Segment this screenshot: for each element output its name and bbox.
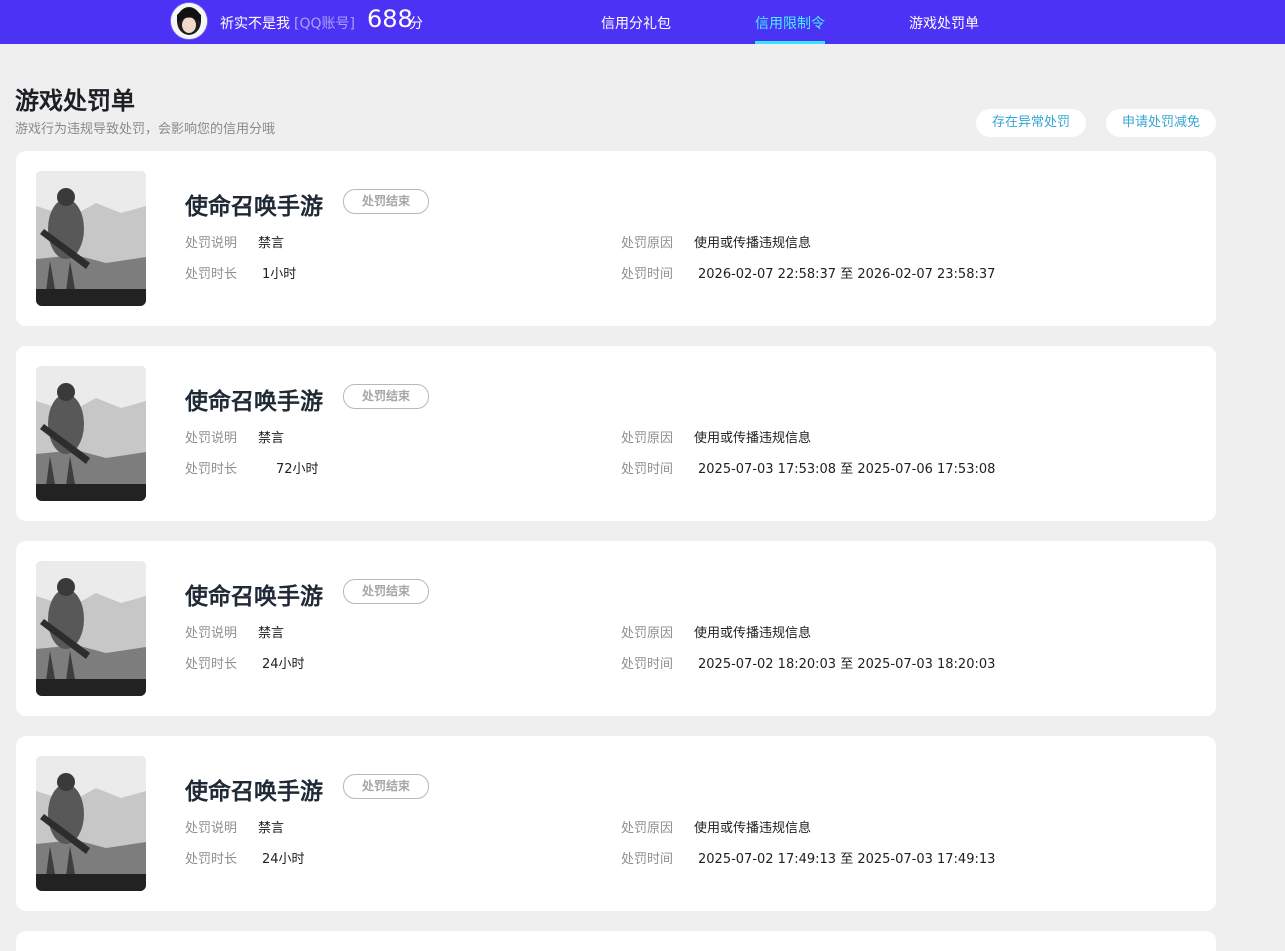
username: 祈实不是我 [220, 16, 290, 32]
penalty-duration-value: 72小时 [276, 462, 319, 477]
active-tab-indicator [755, 41, 825, 44]
penalty-desc-label: 处罚说明 [185, 821, 238, 836]
penalty-time-value: 2025-07-02 18:20:03 至 2025-07-03 18:20:0… [698, 657, 996, 672]
apply-reduction-button[interactable]: 申请处罚减免 [1106, 109, 1216, 137]
penalty-duration-label: 处罚时长 [185, 267, 238, 282]
abnormal-penalty-button[interactable]: 存在异常处罚 [976, 109, 1086, 137]
game-thumbnail [36, 561, 146, 696]
penalty-time-value: 2025-07-02 17:49:13 至 2025-07-03 17:49:1… [698, 852, 996, 867]
top-navigation-bar: 祈实不是我 [QQ账号] 688 分 信用分礼包 信用限制令 游戏处罚单 [0, 0, 1285, 44]
penalty-time-value: 2025-07-03 17:53:08 至 2025-07-06 17:53:0… [698, 462, 996, 477]
nav-game-penalty[interactable]: 游戏处罚单 [909, 13, 979, 33]
penalty-duration-label: 处罚时长 [185, 657, 238, 672]
game-title: 使命召唤手游 [185, 779, 323, 805]
penalty-time-value: 2026-02-07 22:58:37 至 2026-02-07 23:58:3… [698, 267, 996, 282]
nav-credit-gift[interactable]: 信用分礼包 [601, 13, 671, 33]
game-title: 使命召唤手游 [185, 584, 323, 610]
penalty-reason-value: 使用或传播违规信息 [694, 431, 812, 446]
page-subtitle: 游戏行为违规导致处罚，会影响您的信用分哦 [15, 122, 276, 137]
penalty-duration-value: 24小时 [262, 657, 305, 672]
penalty-card: 使命召唤手游 处罚结束 处罚说明 禁言 处罚时长 24小时 处罚原因 使用或传播… [16, 541, 1216, 716]
penalty-card-partial [16, 931, 1216, 951]
credit-score-unit: 分 [409, 16, 423, 32]
penalty-desc-value: 禁言 [258, 236, 285, 251]
penalty-duration-value: 24小时 [262, 852, 305, 867]
penalty-card: 使命召唤手游 处罚结束 处罚说明 禁言 处罚时长 72小时 处罚原因 使用或传播… [16, 346, 1216, 521]
penalty-duration-label: 处罚时长 [185, 852, 238, 867]
avatar[interactable] [171, 3, 207, 39]
penalty-desc-label: 处罚说明 [185, 431, 238, 446]
penalty-desc-value: 禁言 [258, 431, 285, 446]
penalty-desc-value: 禁言 [258, 821, 285, 836]
penalty-reason-value: 使用或传播违规信息 [694, 626, 812, 641]
game-thumbnail [36, 756, 146, 891]
penalty-desc-label: 处罚说明 [185, 236, 238, 251]
penalty-reason-label: 处罚原因 [621, 821, 674, 836]
credit-score: 688 [367, 5, 413, 33]
status-badge: 处罚结束 [343, 774, 429, 799]
penalty-card: 使命召唤手游 处罚结束 处罚说明 禁言 处罚时长 1小时 处罚原因 使用或传播违… [16, 151, 1216, 326]
game-title: 使命召唤手游 [185, 194, 323, 220]
avatar-image [171, 3, 207, 39]
game-thumbnail [36, 171, 146, 306]
penalty-duration-label: 处罚时长 [185, 462, 238, 477]
penalty-duration-value: 1小时 [262, 267, 297, 282]
penalty-reason-value: 使用或传播违规信息 [694, 821, 812, 836]
penalty-time-label: 处罚时间 [621, 657, 674, 672]
penalty-time-label: 处罚时间 [621, 462, 674, 477]
status-badge: 处罚结束 [343, 579, 429, 604]
game-title: 使命召唤手游 [185, 389, 323, 415]
penalty-reason-label: 处罚原因 [621, 431, 674, 446]
status-badge: 处罚结束 [343, 384, 429, 409]
penalty-desc-label: 处罚说明 [185, 626, 238, 641]
account-type: [QQ账号] [294, 16, 355, 32]
page-title: 游戏处罚单 [15, 87, 135, 115]
penalty-reason-value: 使用或传播违规信息 [694, 236, 812, 251]
penalty-time-label: 处罚时间 [621, 852, 674, 867]
penalty-reason-label: 处罚原因 [621, 626, 674, 641]
game-thumbnail [36, 366, 146, 501]
nav-credit-restriction[interactable]: 信用限制令 [755, 13, 825, 33]
status-badge: 处罚结束 [343, 189, 429, 214]
penalty-time-label: 处罚时间 [621, 267, 674, 282]
penalty-reason-label: 处罚原因 [621, 236, 674, 251]
penalty-desc-value: 禁言 [258, 626, 285, 641]
penalty-card: 使命召唤手游 处罚结束 处罚说明 禁言 处罚时长 24小时 处罚原因 使用或传播… [16, 736, 1216, 911]
